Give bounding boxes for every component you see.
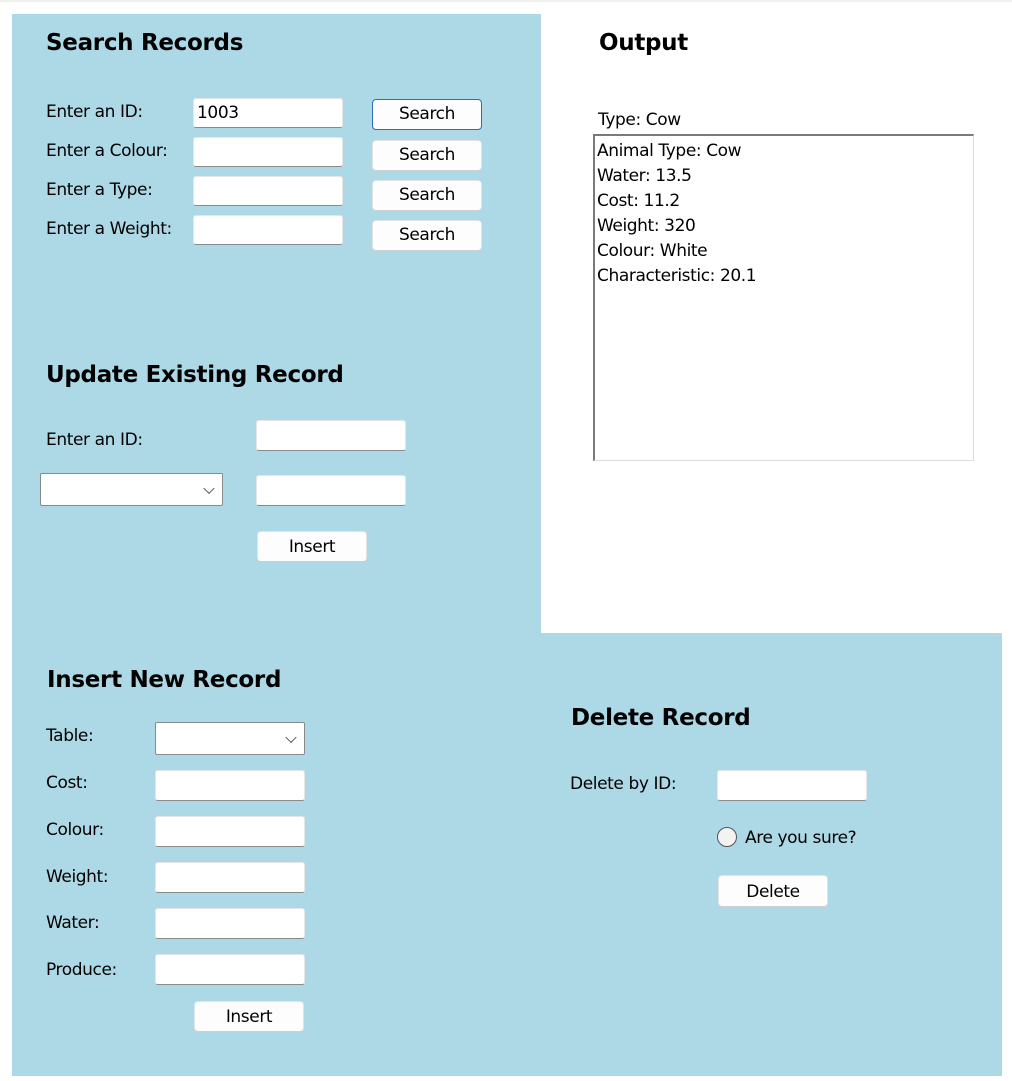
insert-colour-input[interactable]	[155, 816, 305, 847]
insert-table-label: Table:	[46, 726, 94, 746]
output-line: Weight: 320	[597, 216, 696, 236]
search-by-id-button[interactable]: Search	[372, 99, 482, 130]
search-weight-input[interactable]	[193, 215, 343, 245]
insert-record-button[interactable]: Insert	[194, 1001, 304, 1032]
output-type-label: Type: Cow	[598, 110, 681, 130]
update-id-label: Enter an ID:	[46, 430, 143, 450]
search-id-label: Enter an ID:	[46, 102, 143, 122]
chevron-down-icon	[285, 731, 297, 743]
search-colour-input[interactable]	[193, 137, 343, 167]
update-value-input[interactable]	[256, 475, 406, 506]
search-by-weight-button[interactable]: Search	[372, 220, 482, 251]
bottom-right-panel	[540, 633, 1002, 1076]
update-record-title: Update Existing Record	[46, 362, 344, 388]
update-insert-button[interactable]: Insert	[257, 531, 367, 562]
insert-record-title: Insert New Record	[47, 667, 282, 693]
insert-water-input[interactable]	[155, 908, 305, 939]
delete-id-label: Delete by ID:	[570, 774, 677, 794]
search-weight-label: Enter a Weight:	[46, 219, 172, 239]
output-line: Colour: White	[597, 241, 708, 261]
update-field-select[interactable]	[40, 473, 223, 506]
search-by-type-button[interactable]: Search	[372, 180, 482, 211]
output-line: Cost: 11.2	[597, 191, 680, 211]
insert-colour-label: Colour:	[46, 820, 104, 840]
chevron-down-icon	[203, 482, 215, 494]
search-type-input[interactable]	[193, 176, 343, 206]
output-line: Animal Type: Cow	[597, 141, 742, 161]
window-top-border	[0, 0, 1012, 2]
insert-cost-input[interactable]	[155, 770, 305, 801]
delete-id-input[interactable]	[717, 770, 867, 801]
confirm-delete-label[interactable]: Are you sure?	[745, 828, 857, 848]
search-id-input[interactable]	[193, 98, 343, 128]
delete-button[interactable]: Delete	[718, 875, 828, 907]
output-title: Output	[599, 30, 688, 56]
insert-weight-label: Weight:	[46, 867, 109, 887]
insert-water-label: Water:	[46, 913, 100, 933]
insert-produce-label: Produce:	[46, 960, 117, 980]
output-line: Water: 13.5	[597, 166, 692, 186]
search-records-title: Search Records	[46, 30, 244, 56]
update-id-input[interactable]	[256, 420, 406, 451]
insert-produce-input[interactable]	[155, 954, 305, 985]
search-type-label: Enter a Type:	[46, 180, 153, 200]
insert-table-select[interactable]	[155, 722, 305, 755]
insert-weight-input[interactable]	[155, 862, 305, 893]
search-by-colour-button[interactable]: Search	[372, 140, 482, 171]
output-listbox[interactable]: Animal Type: Cow Water: 13.5 Cost: 11.2 …	[593, 134, 974, 461]
confirm-delete-radio[interactable]	[717, 827, 737, 847]
delete-record-title: Delete Record	[571, 705, 751, 731]
output-line: Characteristic: 20.1	[597, 266, 757, 286]
search-colour-label: Enter a Colour:	[46, 141, 168, 161]
insert-cost-label: Cost:	[46, 773, 88, 793]
